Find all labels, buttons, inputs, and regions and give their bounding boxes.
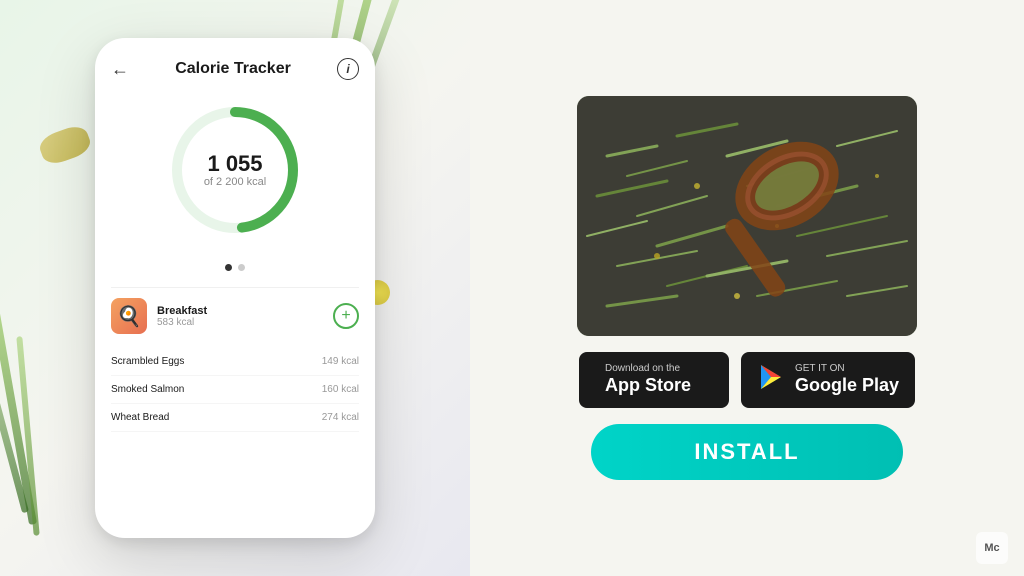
app-store-subtitle: Download on the: [605, 363, 691, 375]
google-play-name: Google Play: [795, 375, 899, 397]
install-label: INSTALL: [694, 439, 799, 465]
ring-calories: 1 055: [204, 152, 266, 176]
google-play-button[interactable]: GET IT ON Google Play: [741, 352, 915, 408]
pagination-dots: [111, 264, 359, 271]
meal-kcal: 583 kcal: [157, 317, 207, 328]
back-arrow[interactable]: ←: [111, 59, 129, 80]
calorie-ring-container: 1 055 of 2 200 kcal: [111, 100, 359, 248]
store-buttons: Download on the App Store GET IT ON Goog…: [579, 352, 915, 408]
right-panel: Download on the App Store GET IT ON Goog…: [470, 0, 1024, 576]
watermark: Mc: [976, 532, 1008, 564]
google-play-icon: [757, 363, 785, 398]
phone-header: ← Calorie Tracker i: [111, 58, 359, 80]
food-name-scrambled-eggs: Scrambled Eggs: [111, 356, 184, 367]
screen-title: Calorie Tracker: [175, 60, 291, 78]
install-button[interactable]: INSTALL: [591, 424, 903, 480]
meal-name-block: Breakfast 583 kcal: [157, 305, 207, 328]
meal-info: 🍳 Breakfast 583 kcal: [111, 298, 207, 334]
food-kcal-wheat-bread: 274 kcal: [322, 412, 359, 423]
food-item-smoked-salmon: Smoked Salmon 160 kcal: [111, 376, 359, 404]
meal-section-breakfast: 🍳 Breakfast 583 kcal +: [111, 287, 359, 348]
deco-circle-1: [36, 122, 93, 167]
ring-text: 1 055 of 2 200 kcal: [204, 152, 266, 188]
add-meal-button[interactable]: +: [333, 303, 359, 329]
google-play-text: GET IT ON Google Play: [795, 363, 899, 397]
dot-2[interactable]: [238, 264, 245, 271]
food-kcal-scrambled-eggs: 149 kcal: [322, 356, 359, 367]
left-panel: ← Calorie Tracker i 1 055: [0, 0, 470, 576]
meal-name: Breakfast: [157, 305, 207, 317]
app-store-text: Download on the App Store: [605, 363, 691, 397]
info-icon[interactable]: i: [337, 58, 359, 80]
meal-image: 🍳: [111, 298, 147, 334]
food-item-scrambled-eggs: Scrambled Eggs 149 kcal: [111, 348, 359, 376]
app-store-button[interactable]: Download on the App Store: [579, 352, 729, 408]
herb-image: [577, 96, 917, 336]
dot-1[interactable]: [225, 264, 232, 271]
food-kcal-smoked-salmon: 160 kcal: [322, 384, 359, 395]
ring-total: of 2 200 kcal: [204, 176, 266, 188]
food-name-smoked-salmon: Smoked Salmon: [111, 384, 184, 395]
google-play-subtitle: GET IT ON: [795, 363, 899, 375]
food-name-wheat-bread: Wheat Bread: [111, 412, 169, 423]
calorie-ring: 1 055 of 2 200 kcal: [165, 100, 305, 240]
app-store-name: App Store: [605, 375, 691, 397]
phone-mockup: ← Calorie Tracker i 1 055: [95, 38, 375, 538]
food-items-list: Scrambled Eggs 149 kcal Smoked Salmon 16…: [111, 348, 359, 432]
food-item-wheat-bread: Wheat Bread 274 kcal: [111, 404, 359, 432]
